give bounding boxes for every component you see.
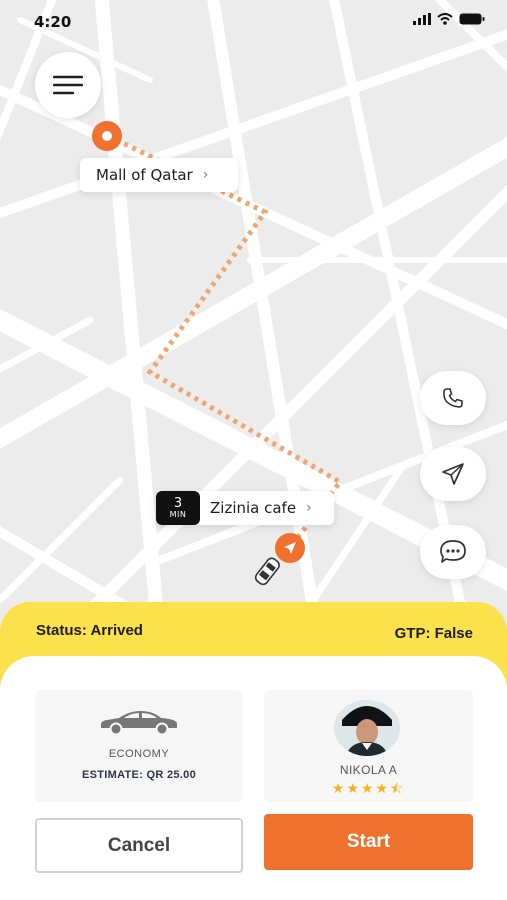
- phone-icon: [443, 388, 463, 408]
- chat-button[interactable]: [420, 525, 486, 579]
- chevron-right-icon: ›: [306, 500, 312, 516]
- signal-icon: [413, 13, 431, 25]
- fare-estimate: ESTIMATE: QR 25.00: [82, 769, 196, 781]
- chevron-right-icon: ›: [202, 167, 209, 183]
- car-icon: [254, 557, 280, 586]
- call-button[interactable]: [420, 371, 486, 425]
- driver-card[interactable]: NIKOLA A ★★★★⯪: [264, 690, 473, 802]
- eta-badge: 3 MIN: [156, 491, 200, 525]
- menu-button[interactable]: [35, 52, 101, 118]
- gtp-status: GTP: False: [394, 625, 473, 642]
- cancel-button[interactable]: Cancel: [35, 818, 243, 873]
- origin-name: Mall of Qatar: [96, 166, 193, 184]
- origin-label[interactable]: Mall of Qatar ›: [80, 158, 238, 192]
- vehicle-card: ECONOMY ESTIMATE: QR 25.00: [35, 690, 243, 802]
- driver-avatar: [334, 700, 400, 756]
- navigate-button[interactable]: [420, 447, 486, 501]
- status-time: 4:20: [34, 13, 72, 31]
- driver-rating-stars: ★★★★⯪: [331, 780, 406, 796]
- sedan-icon: [101, 711, 177, 736]
- destination-label[interactable]: 3 MIN Zizinia cafe ›: [156, 491, 334, 525]
- eta-unit: MIN: [169, 510, 187, 519]
- wifi-icon: [437, 13, 453, 25]
- status-bar: 4:20: [0, 0, 507, 44]
- start-button[interactable]: Start: [264, 814, 473, 870]
- menu-icon: [53, 75, 83, 95]
- origin-pin-icon: [92, 121, 122, 151]
- destination-name: Zizinia cafe: [210, 499, 297, 517]
- eta-value: 3: [173, 496, 183, 511]
- chat-icon: [440, 540, 466, 563]
- battery-icon: [459, 13, 485, 25]
- vehicle-type: ECONOMY: [108, 748, 170, 760]
- send-icon: [442, 463, 464, 485]
- status-icons: [413, 13, 485, 25]
- driver-name: NIKOLA A: [339, 763, 398, 777]
- trip-status: Status: Arrived: [36, 622, 143, 639]
